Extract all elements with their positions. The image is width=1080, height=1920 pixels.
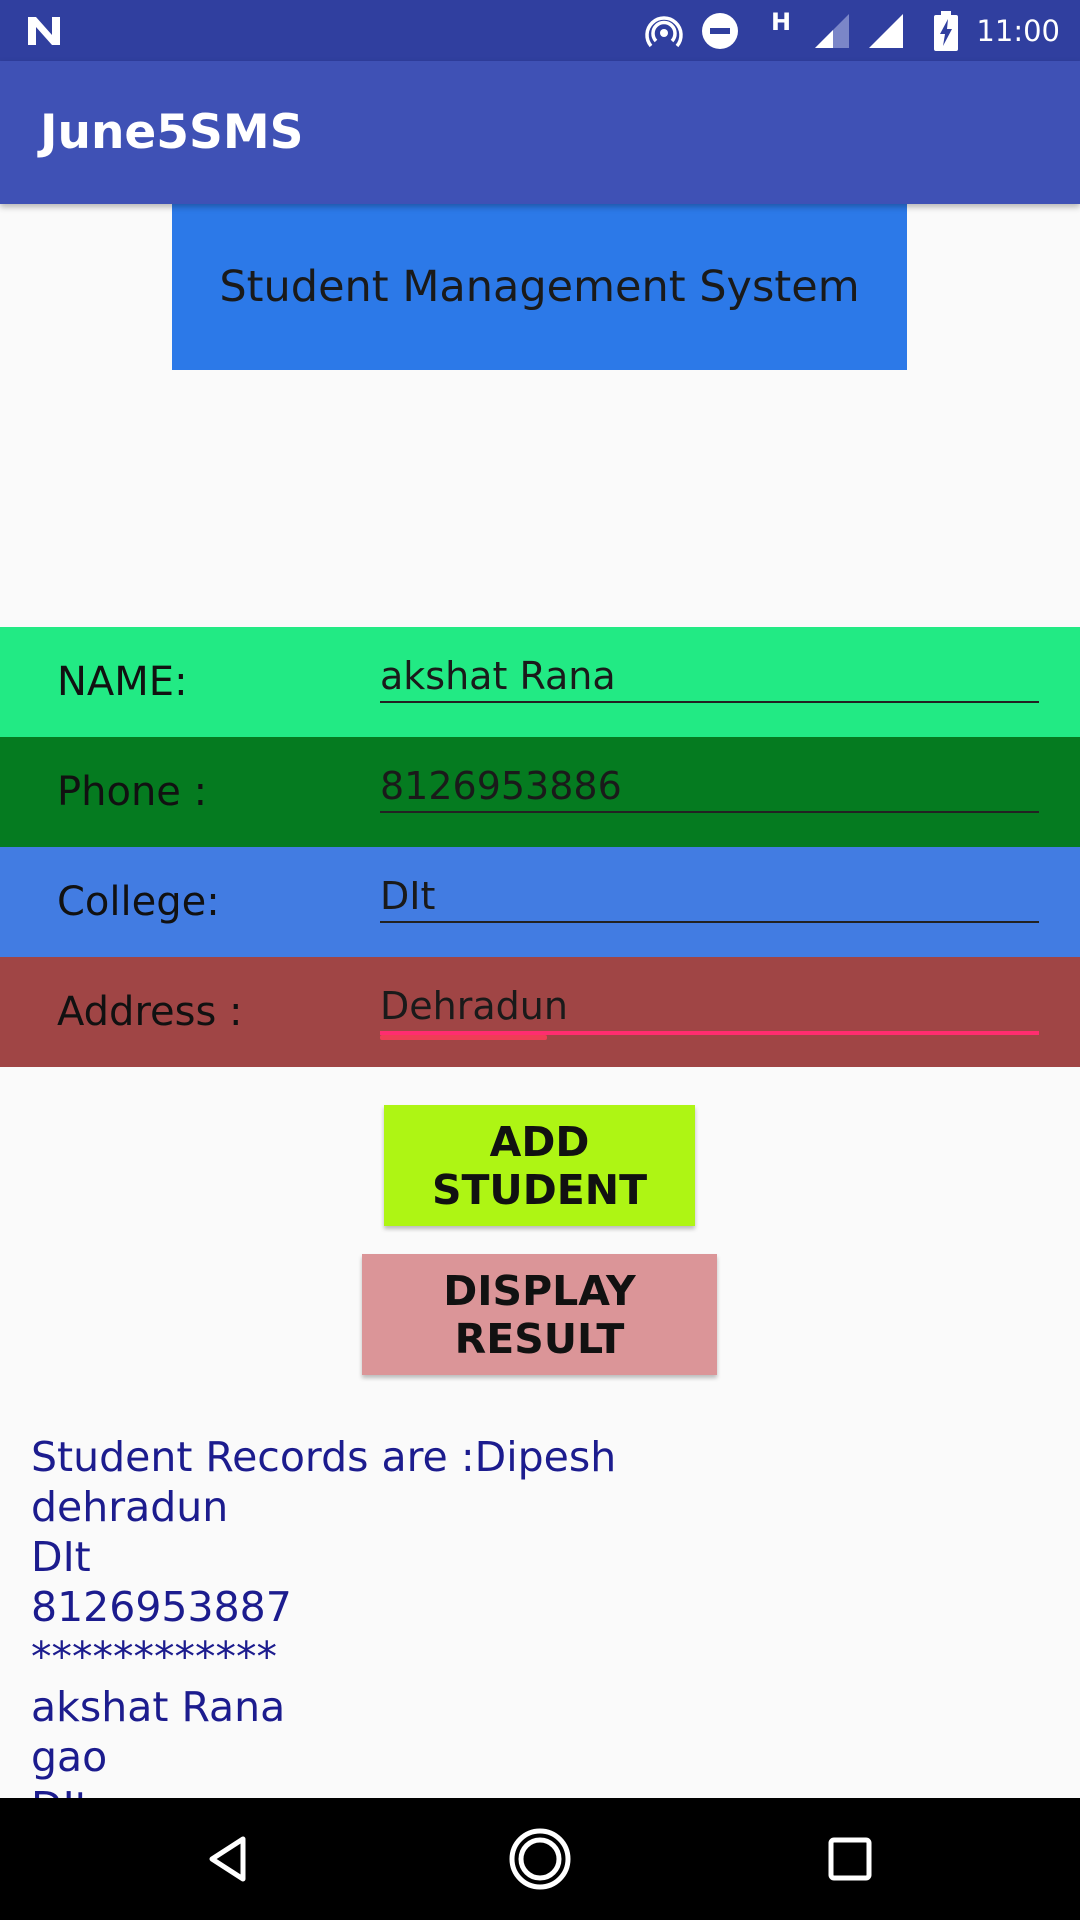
spellcheck-underline [380,1035,547,1040]
battery-charging-icon [928,0,964,61]
app-title: June5SMS [40,105,304,160]
do-not-disturb-icon [698,0,742,61]
address-label: Address : [57,989,243,1035]
record-line: gao [31,1733,108,1781]
record-line: Student Records are :Dipesh [31,1433,617,1481]
status-bar: H 11:00 [0,0,1080,61]
signal-full-icon [866,0,906,61]
address-row: Address : [0,957,1080,1067]
student-records-output: Student Records are :Dipesh dehradun DIt… [31,1432,1031,1798]
display-result-button[interactable]: DISPLAY RESULT [362,1254,717,1375]
college-field[interactable] [380,871,1039,923]
page-title: Student Management System [219,262,860,312]
record-line: ************ [31,1633,277,1681]
n-logo-icon [22,0,66,61]
college-label: College: [57,879,220,925]
name-label: NAME: [57,659,188,705]
signal-icon [812,0,852,61]
name-row: NAME: [0,627,1080,737]
hotspot-icon [642,0,686,61]
back-icon[interactable] [170,1798,290,1920]
record-line: DIt [31,1782,1031,1798]
college-row: College: [0,847,1080,957]
app-bar: June5SMS [0,61,1080,204]
record-line: dehradun [31,1483,229,1531]
network-type-label: H [770,8,792,36]
home-icon[interactable] [480,1798,600,1920]
phone-field[interactable] [380,761,1039,813]
record-line: 8126953887 [31,1583,292,1631]
add-student-button[interactable]: ADD STUDENT [384,1105,695,1226]
phone-label: Phone : [57,769,208,815]
record-line: akshat Rana [31,1683,286,1731]
recents-icon[interactable] [790,1798,910,1920]
page-title-banner: Student Management System [172,204,907,370]
address-field[interactable] [380,981,1039,1035]
record-line: DIt [31,1533,91,1581]
clock: 11:00 [976,13,1060,48]
name-field[interactable] [380,651,1039,703]
navigation-bar [0,1798,1080,1920]
phone-row: Phone : [0,737,1080,847]
